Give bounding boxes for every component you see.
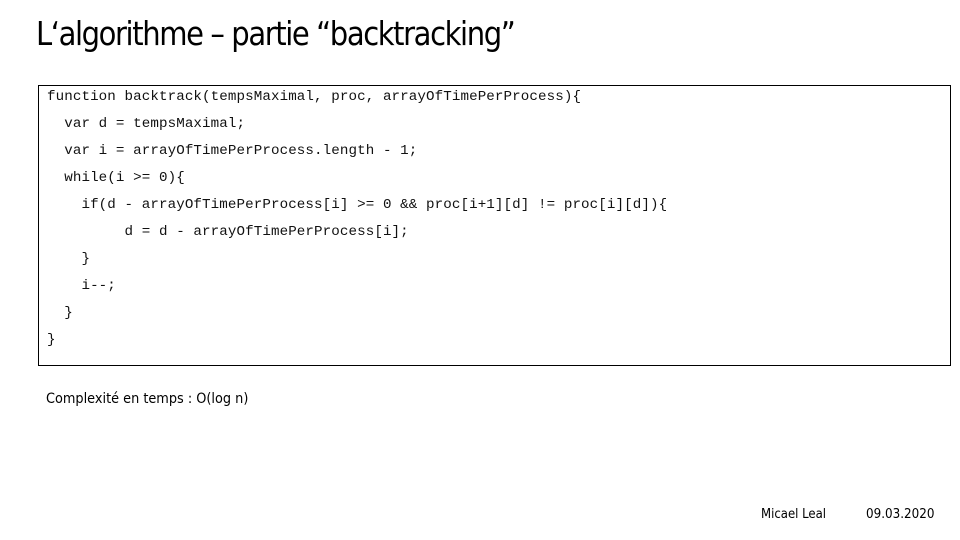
- code-line: var d = tempsMaximal;: [47, 116, 246, 132]
- code-line: i--;: [47, 278, 116, 294]
- code-line: }: [47, 305, 73, 321]
- code-line: }: [47, 332, 56, 348]
- code-line: d = d - arrayOfTimePerProcess[i];: [47, 224, 409, 240]
- code-line: var i = arrayOfTimePerProcess.length - 1…: [47, 143, 418, 159]
- code-line: if(d - arrayOfTimePerProcess[i] >= 0 && …: [47, 197, 668, 213]
- code-block: function backtrack(tempsMaximal, proc, a…: [38, 85, 951, 366]
- slide-title: L‘algorithme – partie “backtracking”: [36, 14, 516, 53]
- footer-date: 09.03.2020: [866, 507, 935, 522]
- code-line: }: [47, 251, 91, 267]
- footer-author: Micael Leal: [761, 507, 827, 522]
- complexity-note: Complexité en temps : O(log n): [46, 391, 249, 407]
- code-line: while(i >= 0){: [47, 170, 185, 186]
- code-line: function backtrack(tempsMaximal, proc, a…: [47, 89, 582, 105]
